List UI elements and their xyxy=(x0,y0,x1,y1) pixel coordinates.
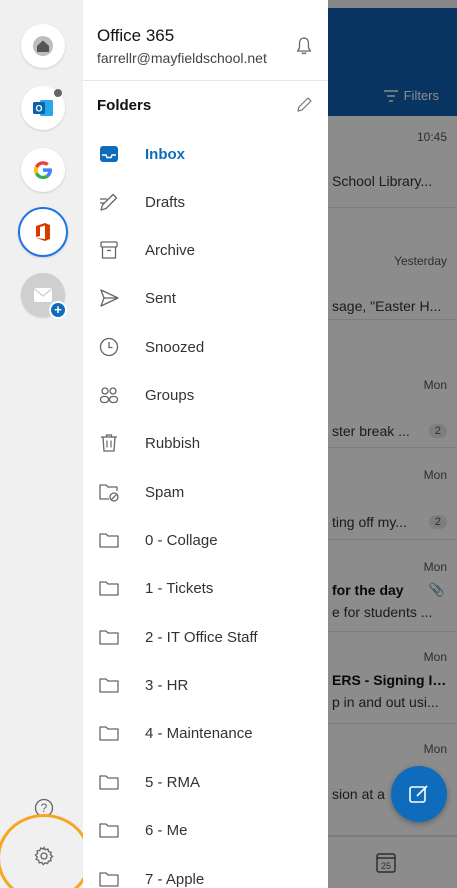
home-icon xyxy=(33,36,53,56)
folder-custom[interactable]: 6 - Me xyxy=(83,806,328,854)
folder-label: Inbox xyxy=(145,145,185,163)
folder-icon xyxy=(97,576,121,600)
folder-snoozed[interactable]: Snoozed xyxy=(83,323,328,371)
folder-icon xyxy=(97,721,121,745)
folder-custom[interactable]: 0 - Collage xyxy=(83,516,328,564)
trash-icon xyxy=(97,431,121,455)
folder-archive[interactable]: Archive xyxy=(83,226,328,274)
folder-custom[interactable]: 3 - HR xyxy=(83,661,328,709)
folder-inbox[interactable]: Inbox xyxy=(83,130,328,178)
sent-icon xyxy=(97,286,121,310)
folder-label: Spam xyxy=(145,483,185,501)
google-account-button[interactable] xyxy=(21,148,65,192)
google-icon xyxy=(34,161,52,179)
folder-icon xyxy=(97,867,121,888)
settings-highlight-ring xyxy=(0,814,91,888)
folder-custom[interactable]: 4 - Maintenance xyxy=(83,709,328,757)
folder-custom[interactable]: 5 - RMA xyxy=(83,758,328,806)
mail-icon xyxy=(34,288,52,302)
folder-label: Drafts xyxy=(145,193,186,211)
folder-label: Sent xyxy=(145,289,176,307)
groups-icon xyxy=(97,383,121,407)
folder-label: 6 - Me xyxy=(145,821,188,839)
folder-icon xyxy=(97,625,121,649)
folder-label: 7 - Apple xyxy=(145,871,205,888)
folder-rubbish[interactable]: Rubbish xyxy=(83,419,328,467)
folder-groups[interactable]: Groups xyxy=(83,371,328,419)
office-account-button[interactable] xyxy=(18,207,68,257)
folder-label: Rubbish xyxy=(145,434,201,452)
compose-icon xyxy=(409,785,428,803)
folder-custom[interactable]: 1 - Tickets xyxy=(83,564,328,612)
drafts-icon xyxy=(97,190,121,214)
account-name: Office 365 xyxy=(97,26,175,45)
account-email: farrellr@mayfieldschool.net xyxy=(97,50,267,66)
add-account-icon: + xyxy=(49,301,67,319)
folder-spam[interactable]: Spam xyxy=(83,468,328,516)
folder-icon xyxy=(97,528,121,552)
outlook-account-button[interactable]: O xyxy=(21,86,65,130)
compose-button[interactable] xyxy=(391,766,447,822)
folder-label: 0 - Collage xyxy=(145,531,218,549)
spam-icon xyxy=(97,480,121,504)
inbox-icon xyxy=(97,142,121,166)
folder-label: Snoozed xyxy=(145,338,205,356)
folder-drawer: Office 365 farrellr@mayfieldschool.net F… xyxy=(83,0,328,888)
folder-label: Archive xyxy=(145,241,196,259)
bell-icon[interactable] xyxy=(295,36,313,56)
notification-dot xyxy=(54,89,62,97)
office-icon xyxy=(36,223,50,241)
folder-icon xyxy=(97,818,121,842)
home-account-button[interactable] xyxy=(21,24,65,68)
svg-text:O: O xyxy=(35,104,42,114)
folder-icon xyxy=(97,770,121,794)
outlook-icon: O xyxy=(33,100,53,116)
folders-heading: Folders xyxy=(97,97,152,114)
account-rail: O + ? xyxy=(0,0,91,888)
folder-label: 1 - Tickets xyxy=(145,579,214,597)
archive-icon xyxy=(97,238,121,262)
folder-label: Groups xyxy=(145,386,195,404)
folder-drafts[interactable]: Drafts xyxy=(83,178,328,226)
folder-icon xyxy=(97,673,121,697)
divider xyxy=(83,80,328,81)
folder-label: 5 - RMA xyxy=(145,773,201,791)
clock-icon xyxy=(97,335,121,359)
folder-label: 4 - Maintenance xyxy=(145,724,253,742)
pencil-icon[interactable] xyxy=(295,96,313,114)
add-account-button[interactable]: + xyxy=(21,273,67,319)
folder-custom[interactable]: 2 - IT Office Staff xyxy=(83,613,328,661)
folder-label: 3 - HR xyxy=(145,676,189,694)
folder-sent[interactable]: Sent xyxy=(83,274,328,322)
folder-label: 2 - IT Office Staff xyxy=(145,628,258,646)
folder-custom[interactable]: 7 - Apple xyxy=(83,855,328,888)
